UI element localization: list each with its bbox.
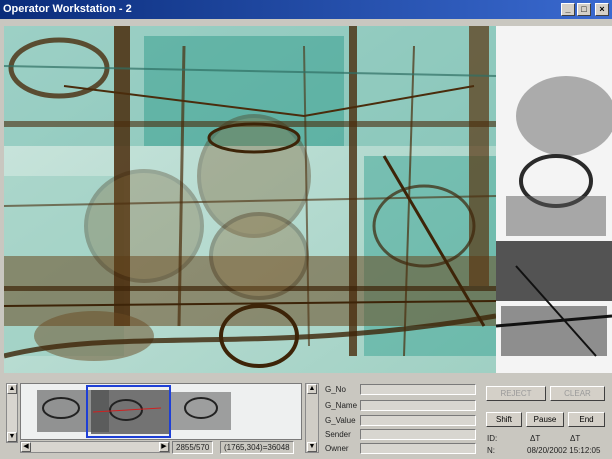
- g-value-field[interactable]: [360, 415, 476, 426]
- window-title: Operator Workstation - 2: [3, 3, 132, 15]
- datetime-readout: 08/20/2002 15:12:05: [527, 446, 601, 455]
- title-bar: Operator Workstation - 2 _ □ ×: [0, 0, 612, 19]
- frame-readout: 2855/570: [172, 441, 214, 454]
- thumbnail-strip[interactable]: [20, 383, 302, 440]
- scroll-right-icon[interactable]: ▶: [159, 442, 169, 452]
- scroll-left-icon[interactable]: ◀: [21, 442, 31, 452]
- g-name-field[interactable]: [360, 400, 476, 411]
- delta-t-label-1: ΔT: [530, 434, 541, 443]
- reject-button[interactable]: REJECT: [486, 386, 546, 401]
- id-label: ID:: [487, 434, 498, 443]
- field-label-g-value: G_Value: [325, 416, 356, 425]
- shift-button[interactable]: Shift: [486, 412, 522, 427]
- scroll-down-icon[interactable]: ▼: [7, 432, 17, 442]
- thumbnail-horizontal-scrollbar[interactable]: ◀ ▶: [20, 441, 170, 453]
- thumbnail-vertical-scrollbar[interactable]: ▲ ▼: [6, 383, 18, 443]
- scroll-up-icon[interactable]: ▲: [7, 384, 17, 394]
- sender-field[interactable]: [360, 429, 476, 440]
- thumbnail-image: [21, 384, 301, 439]
- xray-side-view[interactable]: [496, 26, 612, 373]
- xray-side-image: [496, 26, 612, 373]
- clear-button[interactable]: CLEAR: [550, 386, 605, 401]
- n-label: N:: [487, 446, 495, 455]
- field-label-g-name: G_Name: [325, 401, 358, 410]
- pause-button[interactable]: Pause: [526, 412, 564, 427]
- g-no-field[interactable]: [360, 384, 476, 395]
- fields-scroll-down-icon[interactable]: ▼: [307, 442, 317, 452]
- field-label-g-no: G_No: [325, 385, 346, 394]
- field-label-owner: Owner: [325, 444, 349, 453]
- owner-field[interactable]: [360, 443, 476, 454]
- xray-scan-main-view[interactable]: [4, 26, 496, 373]
- end-button[interactable]: End: [568, 412, 605, 427]
- delta-t-label-2: ΔT: [570, 434, 581, 443]
- fields-scrollbar[interactable]: ▲ ▼: [305, 383, 319, 453]
- maximize-button[interactable]: □: [577, 3, 591, 16]
- field-label-sender: Sender: [325, 430, 351, 439]
- close-button[interactable]: ×: [595, 3, 609, 16]
- xray-scan-image: [4, 26, 496, 373]
- fields-scroll-up-icon[interactable]: ▲: [307, 384, 317, 394]
- pixel-readout: (1765,304)=36048: [220, 441, 294, 454]
- minimize-button[interactable]: _: [561, 3, 575, 16]
